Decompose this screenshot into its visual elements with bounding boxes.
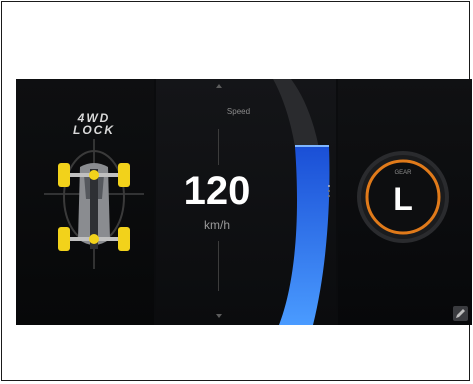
speed-arc-gauge bbox=[273, 79, 330, 325]
wheel-rear-left bbox=[58, 227, 70, 251]
page-dot bbox=[328, 190, 330, 192]
page-dot bbox=[328, 195, 330, 197]
scroll-up-icon[interactable] bbox=[214, 81, 224, 91]
divider-top bbox=[218, 129, 219, 165]
drive-mode-panel: 4WD LOCK bbox=[16, 79, 154, 325]
edit-button[interactable] bbox=[453, 306, 468, 321]
scroll-down-icon[interactable] bbox=[214, 311, 224, 321]
4wd-lock-label: 4WD LOCK bbox=[54, 112, 134, 136]
gear-panel: GEAR L bbox=[338, 79, 472, 325]
dashboard-screen: 4WD LOCK Speed 120 km/h GEAR L bbox=[16, 79, 472, 325]
speed-arc-fill bbox=[279, 147, 330, 325]
page-dot bbox=[328, 185, 330, 187]
wheel-front-left bbox=[58, 163, 70, 187]
wheel-front-right bbox=[118, 163, 130, 187]
lock-title-line2: LOCK bbox=[73, 123, 115, 137]
speed-value: 120 bbox=[183, 169, 251, 213]
speed-unit: km/h bbox=[203, 218, 230, 232]
gear-label: GEAR bbox=[394, 170, 412, 176]
speed-panel: Speed 120 km/h bbox=[156, 79, 336, 325]
wheel-rear-right bbox=[118, 227, 130, 251]
divider-bottom bbox=[218, 241, 219, 291]
edit-icon bbox=[456, 309, 465, 318]
gear-value: L bbox=[393, 181, 413, 217]
drivetrain-diagram bbox=[44, 139, 144, 269]
